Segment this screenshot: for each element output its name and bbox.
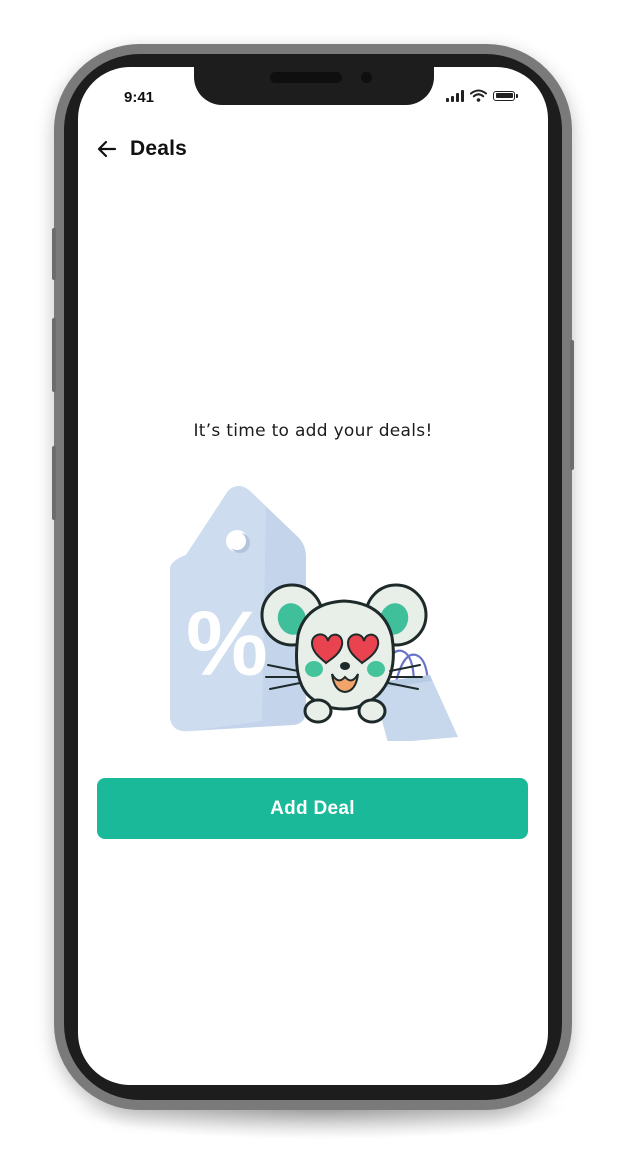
wifi-icon [470, 89, 487, 102]
back-button[interactable] [96, 138, 118, 160]
notch [194, 67, 434, 105]
volume-up-button [52, 228, 56, 280]
power-button [570, 340, 574, 470]
earpiece-speaker [270, 72, 342, 83]
cellular-signal-icon [446, 89, 464, 102]
percent-glyph: % [186, 593, 268, 695]
header: Deals [96, 137, 187, 161]
front-camera [361, 72, 372, 83]
status-time: 9:41 [124, 89, 155, 106]
app-screen: 9:41 Deals It’s time to add your deals! [78, 67, 548, 1085]
page-title: Deals [130, 137, 188, 160]
empty-state-illustration: % [170, 486, 458, 741]
add-deal-button[interactable]: Add Deal [97, 778, 528, 839]
empty-state-message: It’s time to add your deals! [193, 421, 433, 441]
status-icons [446, 89, 518, 102]
silent-switch [52, 446, 56, 520]
arrow-left-icon [97, 140, 117, 158]
battery-icon [493, 90, 518, 101]
volume-down-button [52, 318, 56, 392]
